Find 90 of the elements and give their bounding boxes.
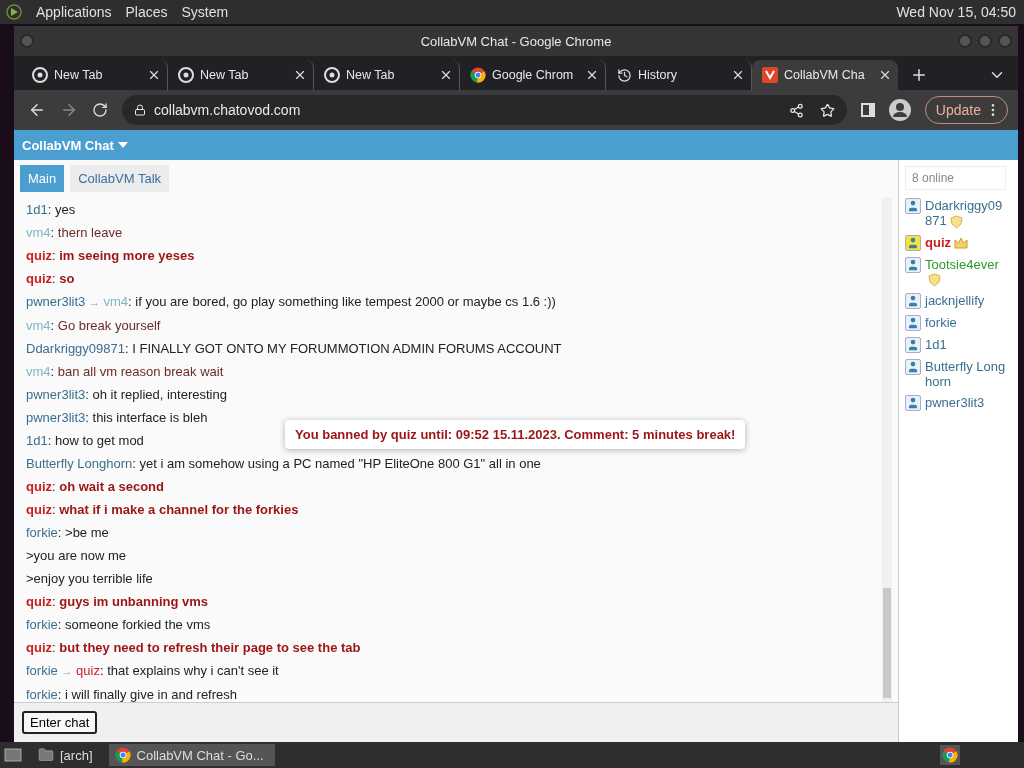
chrome-icon: [32, 67, 48, 83]
user-avatar-icon: [905, 315, 921, 332]
chat-message: forkie: >be me: [26, 524, 109, 542]
profile-avatar-icon[interactable]: [888, 99, 911, 121]
chat-message: Ddarkriggy09871: I FINALLY GOT ONTO MY FORUMMOTION ADMIN FORUMS ACCOUNT: [26, 340, 562, 358]
room-tab[interactable]: CollabVM Talk: [70, 165, 170, 192]
side-panel-icon[interactable]: [860, 103, 875, 117]
forward-icon[interactable]: [60, 101, 78, 119]
chrome-icon: [114, 747, 131, 763]
taskbar-item[interactable]: CollabVM Chat - Go...: [108, 744, 275, 766]
tab-title: CollabVM Cha: [784, 68, 866, 82]
user-name[interactable]: quiz: [925, 234, 968, 250]
new-tab-icon[interactable]: [910, 66, 928, 84]
desktop-menu[interactable]: Places: [125, 4, 168, 20]
close-icon[interactable]: [293, 68, 307, 82]
taskbar-label: [arch]: [60, 747, 93, 763]
chat-message: >you are now me: [26, 547, 127, 565]
close-icon[interactable]: [439, 68, 453, 82]
chat-message: quiz: oh wait a second: [26, 478, 164, 496]
chat-message: quiz: but they need to refresh their page to see the tab: [26, 639, 361, 657]
user-avatar-icon: [905, 256, 921, 273]
desktop-menu[interactable]: System: [181, 4, 229, 20]
tray-chrome-icon: [942, 747, 958, 763]
lock-icon: [134, 104, 146, 116]
user-avatar-icon: [905, 337, 921, 354]
chrome-icon: [178, 67, 194, 83]
clock[interactable]: Wed Nov 15, 04:50: [896, 4, 1016, 20]
user-name[interactable]: Butterfly Longhorn: [925, 359, 1006, 390]
user-name[interactable]: forkie: [925, 315, 957, 331]
chat-message: 1d1: yes: [26, 201, 76, 219]
chrome-icon: [470, 67, 486, 83]
ban-notice: You banned by quiz until: 09:52 15.11.2023. Comment: 5 minutes break!: [285, 420, 746, 449]
shield-icon: [949, 214, 963, 229]
reload-icon[interactable]: [92, 102, 108, 118]
distro-logo-icon: [6, 4, 22, 20]
tab-title: History: [638, 68, 678, 82]
address-field[interactable]: collabvm.chatovod.com: [122, 95, 847, 125]
user-avatar-icon: [905, 234, 921, 251]
user-avatar-icon: [905, 359, 921, 376]
site-logo-icon: [762, 67, 778, 83]
chat-message: 1d1: how to get mod: [26, 432, 144, 450]
chat-message: quiz: so: [26, 270, 75, 288]
chat-message: quiz: guys im unbanning vms: [26, 593, 209, 611]
user-name[interactable]: jacknjellify: [925, 293, 985, 309]
chat-message: vm4: Go break yourself: [26, 317, 161, 335]
window-title: CollabVM Chat - Google Chrome: [420, 33, 612, 49]
caret-icon[interactable]: [117, 142, 128, 148]
user-avatar-icon: [905, 293, 921, 310]
chat-message: forkie: i will finally give in and refresh: [26, 686, 237, 704]
chat-message: >enjoy you terrible life: [26, 570, 153, 588]
close-icon[interactable]: [585, 68, 599, 82]
chat-message: quiz: what if i make a channel for the forkies: [26, 501, 299, 519]
chat-message: pwner3lit3 → vm4: if you are bored, go play something like tempest 2000 or maybe cs 1.6 :)): [26, 293, 556, 311]
chat-message: forkie → quiz: that explains why i can't see it: [26, 662, 279, 680]
chat-message: forkie: someone forkied the vms: [26, 616, 211, 634]
close-icon[interactable]: [147, 68, 161, 82]
close-icon[interactable]: [731, 68, 745, 82]
tab-title: New Tab: [346, 68, 396, 82]
chat-message: pwner3lit3: oh it replied, interesting: [26, 386, 227, 404]
chrome-icon: [324, 67, 340, 83]
star-icon[interactable]: [819, 102, 835, 118]
close-icon[interactable]: [878, 68, 892, 82]
user-avatar-icon: [905, 395, 921, 412]
taskbar-label: CollabVM Chat - Go...: [136, 747, 264, 763]
user-name[interactable]: Tootsie4ever: [925, 256, 1006, 288]
enter-chat-button[interactable]: Enter chat: [22, 711, 98, 734]
chat-message: pwner3lit3: this interface is bleh: [26, 409, 208, 427]
crown-icon: [954, 237, 968, 250]
back-icon[interactable]: [28, 101, 46, 119]
shield-icon: [928, 273, 941, 288]
user-name[interactable]: Ddarkriggy09871: [925, 198, 1006, 229]
chat-message: vm4: thern leave: [26, 224, 123, 242]
url-text: collabvm.chatovod.com: [154, 102, 301, 118]
online-count: 8 online: [905, 166, 1006, 190]
scrollbar[interactable]: [882, 198, 892, 702]
tab-title: New Tab: [54, 68, 104, 82]
browser-tab[interactable]: CollabVM Cha: [752, 60, 898, 90]
tab-title: New Tab: [200, 68, 250, 82]
chat-message: Butterfly Longhorn: yet i am somehow using a PC named "HP EliteOne 800 G1" all in one: [26, 455, 541, 473]
tab-title: Google Chrom: [492, 68, 575, 82]
taskbar-item[interactable]: [arch]: [32, 744, 99, 766]
user-avatar-icon: [905, 198, 921, 214]
share-icon[interactable]: [788, 102, 804, 118]
chat-message: quiz: im seeing more yeses: [26, 247, 195, 265]
history-icon: [616, 67, 632, 83]
user-name[interactable]: pwner3lit3: [925, 395, 985, 411]
folder-icon: [38, 747, 54, 763]
desktop-menu[interactable]: Applications: [36, 4, 112, 20]
chat-message: vm4: ban all vm reason break wait: [26, 363, 224, 381]
user-name[interactable]: 1d1: [925, 337, 947, 353]
